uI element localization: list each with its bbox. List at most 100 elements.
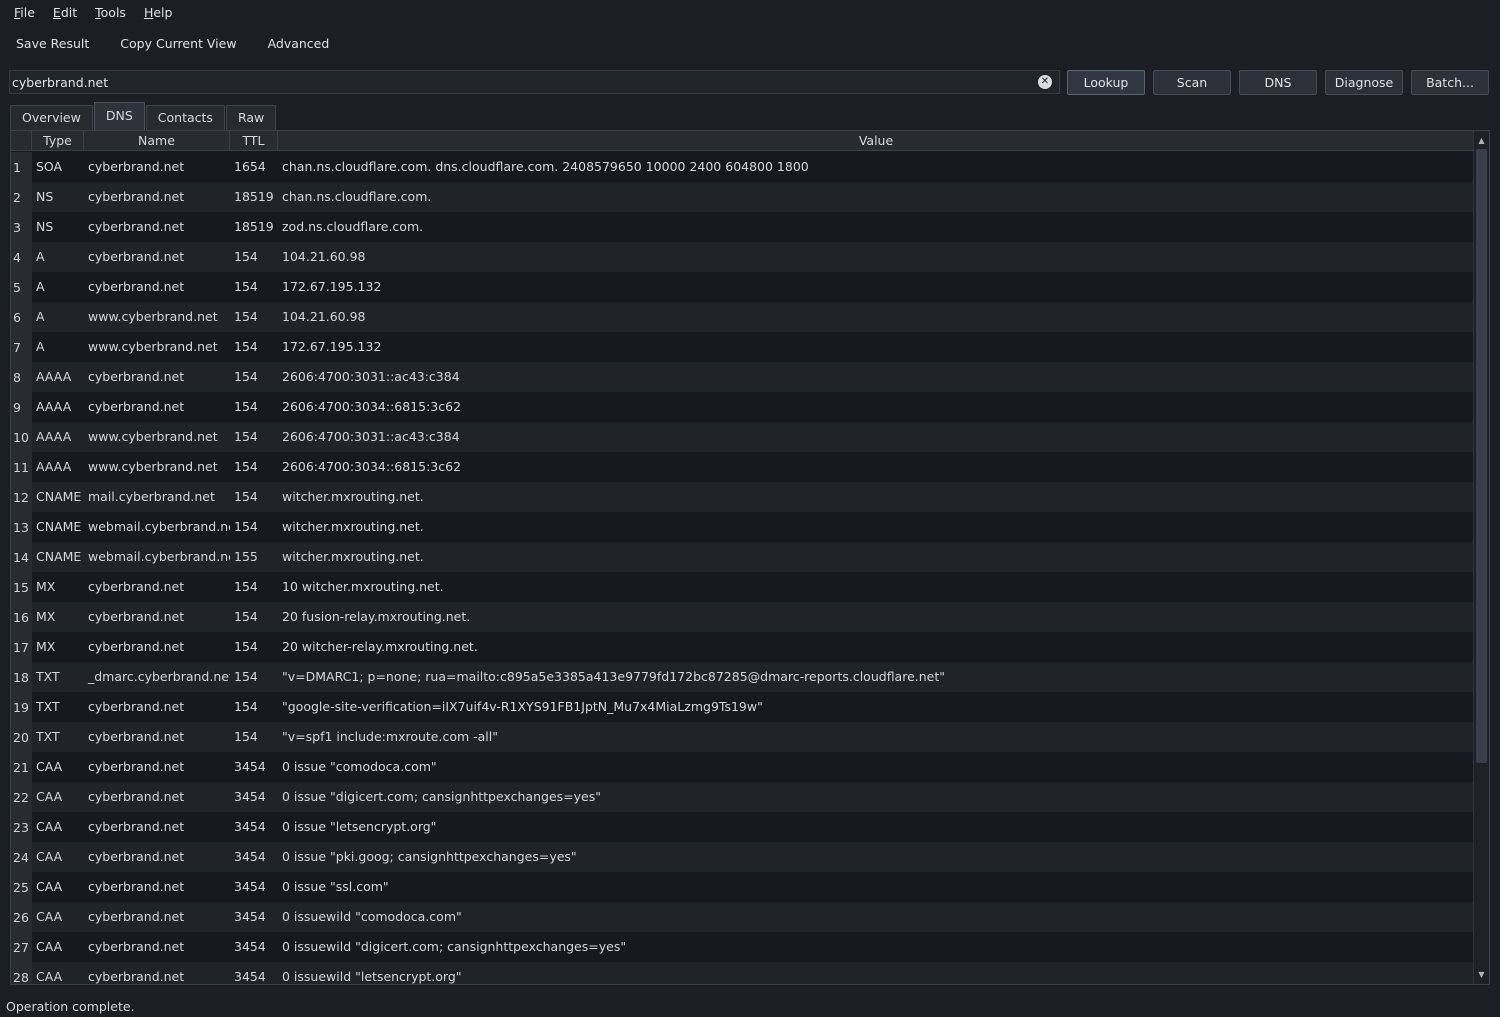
menu-file[interactable]: File — [5, 0, 44, 26]
cell-ttl: 155 — [230, 542, 278, 572]
cell-value: 172.67.195.132 — [278, 272, 1474, 302]
advanced-button[interactable]: Advanced — [258, 31, 340, 57]
row-number: 11 — [11, 452, 32, 482]
table-row[interactable]: 3 NS cyberbrand.net 18519 zod.ns.cloudflare.… — [11, 212, 1474, 242]
clear-icon[interactable]: ✕ — [1038, 75, 1052, 89]
table-row[interactable]: 24 CAA cyberbrand.net 3454 0 issue "pki.goog… — [11, 842, 1474, 872]
row-number: 21 — [11, 752, 32, 782]
table-row[interactable]: 15 MX cyberbrand.net 154 10 witcher.mxroutin… — [11, 572, 1474, 602]
tab-raw[interactable]: Raw — [225, 105, 277, 130]
cell-ttl: 154 — [230, 722, 278, 752]
column-header-type[interactable]: Type — [32, 131, 84, 151]
scroll-up-icon[interactable]: ▲ — [1476, 135, 1487, 146]
lookup-button[interactable]: Lookup — [1067, 70, 1145, 95]
copy-current-view-button[interactable]: Copy Current View — [110, 31, 246, 57]
table-row[interactable]: 8 AAAA cyberbrand.net 154 2606:4700:3031::ac… — [11, 362, 1474, 392]
table-row[interactable]: 23 CAA cyberbrand.net 3454 0 issue "letsencr… — [11, 812, 1474, 842]
table-row[interactable]: 21 CAA cyberbrand.net 3454 0 issue "comodoca… — [11, 752, 1474, 782]
tab-contacts[interactable]: Contacts — [145, 105, 225, 130]
toolbar: Save Result Copy Current View Advanced — [0, 30, 1500, 58]
column-header-value[interactable]: Value — [278, 131, 1474, 151]
cell-value: "v=DMARC1; p=none; rua=mailto:c895a5e338… — [278, 662, 1474, 692]
cell-type: A — [32, 302, 84, 332]
cell-name: cyberbrand.net — [84, 272, 230, 302]
table-row[interactable]: 25 CAA cyberbrand.net 3454 0 issue "ssl.com" — [11, 872, 1474, 902]
table-row[interactable]: 17 MX cyberbrand.net 154 20 witcher-relay.mx… — [11, 632, 1474, 662]
tab-overview[interactable]: Overview — [10, 105, 93, 130]
row-number: 1 — [11, 152, 32, 182]
domain-input[interactable] — [10, 71, 1038, 93]
table-row[interactable]: 5 Acyberbrand.net 154 172.67.195.132 — [11, 272, 1474, 302]
cell-value: witcher.mxrouting.net. — [278, 512, 1474, 542]
table-row[interactable]: 18 TXT _dmarc.cyberbrand.net 154 "v=DMARC1; … — [11, 662, 1474, 692]
cell-ttl: 154 — [230, 512, 278, 542]
diagnose-button[interactable]: Diagnose — [1325, 70, 1403, 95]
table-row[interactable]: 14 CNAME webmail.cyberbrand.net 155 witcher.… — [11, 542, 1474, 572]
table-row[interactable]: 11 AAAA www.cyberbrand.net 154 2606:4700:303… — [11, 452, 1474, 482]
dns-button[interactable]: DNS — [1239, 70, 1317, 95]
table-row[interactable]: 16 MX cyberbrand.net 154 20 fusion-relay.mxr… — [11, 602, 1474, 632]
table-row[interactable]: 10 AAAA www.cyberbrand.net 154 2606:4700:303… — [11, 422, 1474, 452]
table-row[interactable]: 2 NS cyberbrand.net 18519 chan.ns.cloudflare… — [11, 182, 1474, 212]
menu-bar: File Edit Tools Help — [0, 0, 1500, 26]
cell-value: 10 witcher.mxrouting.net. — [278, 572, 1474, 602]
cell-value: 2606:4700:3031::ac43:c384 — [278, 362, 1474, 392]
scan-button[interactable]: Scan — [1153, 70, 1231, 95]
cell-ttl: 18519 — [230, 182, 278, 212]
menu-tools[interactable]: Tools — [86, 0, 135, 26]
table-row[interactable]: 27 CAA cyberbrand.net 3454 0 issuewild "digi… — [11, 932, 1474, 962]
cell-name: cyberbrand.net — [84, 602, 230, 632]
cell-ttl: 154 — [230, 332, 278, 362]
cell-name: cyberbrand.net — [84, 842, 230, 872]
cell-ttl: 154 — [230, 602, 278, 632]
table-row[interactable]: 1 SOA cyberbrand.net 1654 chan.ns.cloudflare… — [11, 152, 1474, 182]
table-row[interactable]: 12 CNAME mail.cyberbrand.net 154 witcher.mxr… — [11, 482, 1474, 512]
cell-type: CAA — [32, 782, 84, 812]
table-row[interactable]: 9 AAAA cyberbrand.net 154 2606:4700:3034::68… — [11, 392, 1474, 422]
tab-dns[interactable]: DNS — [93, 102, 145, 130]
cell-name: www.cyberbrand.net — [84, 302, 230, 332]
row-number: 26 — [11, 902, 32, 932]
cell-ttl: 3454 — [230, 752, 278, 782]
cell-type: AAAA — [32, 422, 84, 452]
cell-name: www.cyberbrand.net — [84, 332, 230, 362]
table-row[interactable]: 19 TXT cyberbrand.net 154 "google-site-verif… — [11, 692, 1474, 722]
row-number: 12 — [11, 482, 32, 512]
table-row[interactable]: 4 Acyberbrand.net 154 104.21.60.98 — [11, 242, 1474, 272]
menu-edit[interactable]: Edit — [44, 0, 86, 26]
cell-type: AAAA — [32, 392, 84, 422]
table-row[interactable]: 22 CAA cyberbrand.net 3454 0 issue "digicert… — [11, 782, 1474, 812]
column-header-ttl[interactable]: TTL — [230, 131, 278, 151]
cell-value: 2606:4700:3034::6815:3c62 — [278, 452, 1474, 482]
row-number: 23 — [11, 812, 32, 842]
row-number: 4 — [11, 242, 32, 272]
cell-ttl: 154 — [230, 422, 278, 452]
scroll-down-icon[interactable]: ▼ — [1476, 969, 1487, 980]
table-row[interactable]: 28 CAA cyberbrand.net 3454 0 issuewild "lets… — [11, 962, 1474, 984]
column-header-name[interactable]: Name — [84, 131, 230, 151]
cell-type: CAA — [32, 752, 84, 782]
table-row[interactable]: 20 TXT cyberbrand.net 154 "v=spf1 include:mx… — [11, 722, 1474, 752]
row-number: 13 — [11, 512, 32, 542]
cell-ttl: 18519 — [230, 212, 278, 242]
table-row[interactable]: 26 CAA cyberbrand.net 3454 0 issuewild "como… — [11, 902, 1474, 932]
save-result-button[interactable]: Save Result — [6, 31, 99, 57]
table-row[interactable]: 6 Awww.cyberbrand.net 154 104.21.60.98 — [11, 302, 1474, 332]
cell-value: 2606:4700:3034::6815:3c62 — [278, 392, 1474, 422]
cell-value: 0 issue "digicert.com; cansignhttpexchan… — [278, 782, 1474, 812]
cell-type: AAAA — [32, 362, 84, 392]
cell-type: SOA — [32, 152, 84, 182]
cell-ttl: 154 — [230, 302, 278, 332]
batch-button[interactable]: Batch... — [1411, 70, 1489, 95]
vertical-scrollbar[interactable]: ▲ ▼ — [1473, 131, 1489, 984]
cell-ttl: 154 — [230, 452, 278, 482]
menu-help[interactable]: Help — [135, 0, 182, 26]
cell-type: MX — [32, 632, 84, 662]
cell-value: 104.21.60.98 — [278, 242, 1474, 272]
cell-type: MX — [32, 572, 84, 602]
table-row[interactable]: 13 CNAME webmail.cyberbrand.net 154 witcher.… — [11, 512, 1474, 542]
cell-value: 0 issue "comodoca.com" — [278, 752, 1474, 782]
row-number: 14 — [11, 542, 32, 572]
table-row[interactable]: 7 Awww.cyberbrand.net 154 172.67.195.132 — [11, 332, 1474, 362]
scroll-thumb[interactable] — [1476, 149, 1487, 763]
